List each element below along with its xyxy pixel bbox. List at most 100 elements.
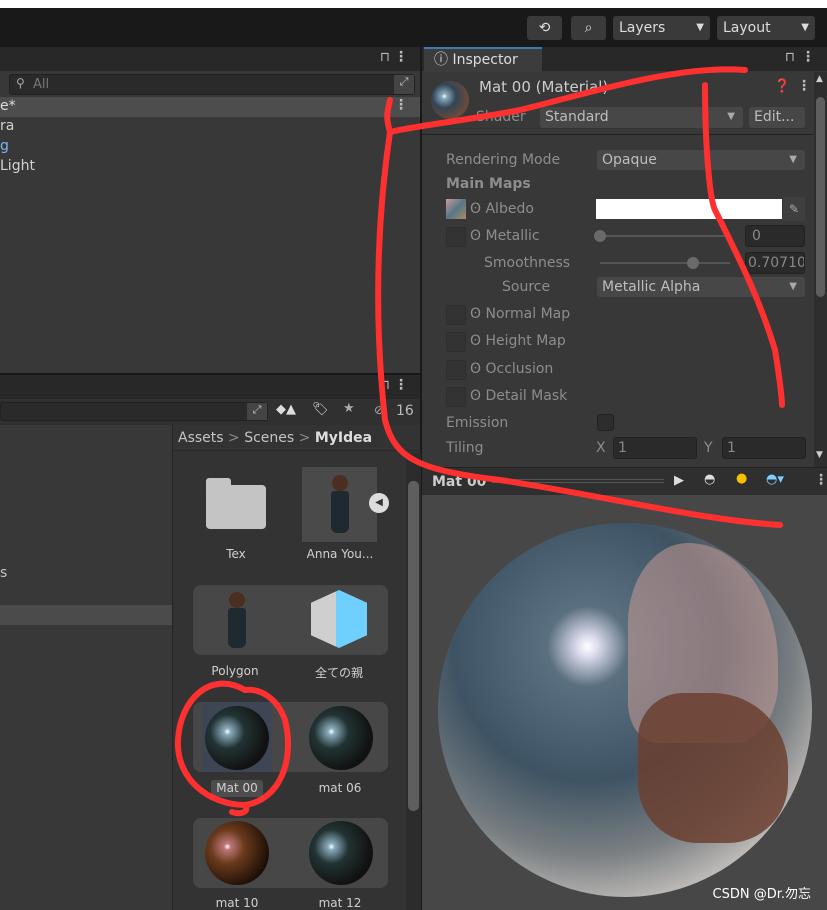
metallic-slider[interactable] (600, 235, 730, 237)
occlusion-label: ʘ Occlusion (470, 361, 554, 377)
scrollbar[interactable] (406, 453, 421, 910)
more-icon[interactable]: ⋮ (394, 97, 408, 113)
metallic-slider-handle[interactable] (594, 230, 606, 242)
label-tag-icon[interactable]: 🏷︎ (312, 402, 329, 417)
edit-shader-button[interactable]: Edit... (749, 107, 805, 128)
expand-icon[interactable]: ⤢ (394, 75, 414, 94)
chevron-down-icon: ▼ (789, 154, 797, 165)
detail-mask-slot[interactable] (446, 387, 466, 407)
scroll-down-icon[interactable]: ▼ (816, 450, 823, 460)
folder-icon[interactable] (206, 485, 266, 529)
breadcrumb-assets[interactable]: Assets (178, 430, 224, 446)
occlusion-slot[interactable] (446, 360, 466, 380)
tiling-y-field[interactable]: 1 (722, 437, 806, 459)
chevron-down-icon: ▼ (727, 111, 735, 122)
scrollbar-thumb[interactable] (816, 97, 825, 297)
breadcrumb: Assets > Scenes > MyIdea (173, 425, 421, 451)
source-dropdown[interactable]: Metallic Alpha ▼ (597, 277, 805, 297)
inspector-title: Mat 00 (Material) (479, 78, 609, 96)
collapse-icon[interactable]: ◀ (369, 493, 389, 513)
more-icon[interactable]: ⋮ (394, 49, 408, 65)
character-thumbnail[interactable] (302, 467, 377, 542)
asset-label[interactable]: Anna You... (290, 547, 390, 561)
asset-label[interactable]: Tex (186, 547, 286, 561)
tiling-label: Tiling (446, 440, 484, 456)
layers-label: Layers (619, 20, 666, 36)
hierarchy-item[interactable]: Light (0, 158, 35, 174)
hierarchy-header: ⊓ ⋮ (0, 47, 420, 71)
metallic-texture-slot[interactable] (446, 227, 466, 247)
tab-inspector[interactable]: ⓘ Inspector (424, 47, 542, 72)
more-icon[interactable]: ⋮ (814, 472, 827, 488)
material-thumbnail[interactable] (205, 706, 269, 770)
hidden-packages-icon[interactable]: ⊘ (374, 403, 384, 417)
lock-icon[interactable]: ⊓ (785, 50, 795, 65)
divider (422, 134, 813, 135)
tab-label: Inspector (452, 52, 518, 68)
project-toolbar: ⤢ ◆▲ 🏷︎ ★ ⊘ 16 (0, 399, 420, 425)
polygon-thumbnail[interactable] (228, 608, 246, 648)
breadcrumb-scenes[interactable]: Scenes (244, 430, 294, 446)
scrollbar-thumb[interactable] (408, 481, 419, 811)
asset-label[interactable]: Mat 00 (187, 781, 287, 795)
preview-background-icon[interactable]: ◓▾ (766, 472, 784, 487)
rendering-mode-dropdown[interactable]: Opaque ▼ (597, 150, 805, 170)
scene-row[interactable]: e* ⋮ (0, 97, 420, 117)
shader-dropdown[interactable]: Standard ▼ (540, 107, 743, 128)
hierarchy-item[interactable]: g (0, 138, 9, 154)
chevron-down-icon: ▼ (696, 22, 704, 33)
help-icon[interactable]: ❓ (774, 79, 790, 94)
more-icon[interactable]: ⋮ (801, 49, 815, 65)
smoothness-value-field[interactable]: 0.70710 (745, 252, 805, 274)
star-icon[interactable]: ★ (343, 401, 355, 416)
smoothness-value: 0.70710 (748, 255, 805, 271)
eyedropper-icon[interactable]: ✎ (783, 197, 805, 221)
layout-dropdown[interactable]: Layout ▼ (717, 16, 815, 40)
smoothness-slider[interactable] (600, 262, 730, 264)
history-icon: ⟲ (538, 20, 551, 36)
project-search-input[interactable]: ⤢ (0, 402, 268, 421)
albedo-texture-slot[interactable] (446, 199, 466, 219)
drag-handle[interactable] (492, 479, 664, 483)
lock-icon[interactable]: ⊓ (380, 378, 390, 393)
tree-item-selected[interactable] (0, 605, 172, 625)
asset-label[interactable]: 全ての親 (289, 664, 389, 681)
more-icon[interactable]: ⋮ (394, 377, 408, 393)
height-map-slot[interactable] (446, 332, 466, 352)
expand-icon[interactable]: ⤢ (247, 403, 267, 420)
scroll-up-icon[interactable]: ▲ (816, 74, 823, 84)
edit-label: Edit... (754, 109, 795, 125)
material-thumbnail[interactable] (309, 821, 373, 885)
play-icon[interactable]: ▶ (674, 473, 684, 488)
metallic-value-field[interactable]: 0 (745, 225, 805, 247)
search-button[interactable]: ⌕ (571, 16, 606, 40)
smoothness-slider-handle[interactable] (687, 257, 699, 269)
history-button[interactable]: ⟲ (527, 16, 562, 40)
lock-icon[interactable]: ⊓ (380, 50, 390, 65)
scene-name: e* (0, 98, 16, 114)
filter-by-type-icon[interactable]: ◆▲ (276, 402, 296, 417)
breadcrumb-myidea[interactable]: MyIdea (315, 430, 372, 446)
item-label: ra (0, 118, 15, 134)
emission-checkbox[interactable] (597, 414, 614, 431)
albedo-color-field[interactable] (596, 199, 782, 219)
inspector-scrollbar[interactable]: ▲ ▼ (814, 72, 827, 467)
material-thumbnail[interactable] (309, 706, 373, 770)
hierarchy-item[interactable]: ra (0, 118, 14, 134)
normal-map-slot[interactable] (446, 305, 466, 325)
tree-item[interactable]: s (0, 565, 7, 581)
more-icon[interactable]: ⋮ (797, 78, 811, 94)
asset-label[interactable]: mat 12 (290, 896, 390, 910)
light-icon[interactable]: ● (736, 471, 747, 486)
material-preview-sphere[interactable] (438, 523, 812, 897)
asset-label[interactable]: mat 06 (290, 781, 390, 795)
height-map-label: ʘ Height Map (470, 333, 566, 349)
asset-label[interactable]: mat 10 (187, 896, 287, 910)
tiling-x-field[interactable]: 1 (613, 437, 697, 459)
layers-dropdown[interactable]: Layers ▼ (613, 16, 710, 40)
material-preview[interactable]: CSDN @Dr.勿忘 (422, 495, 827, 910)
asset-label[interactable]: Polygon (185, 664, 285, 678)
material-thumbnail[interactable] (205, 821, 269, 885)
sphere-mesh-icon[interactable]: ◓ (704, 472, 715, 487)
hierarchy-search-input[interactable]: ⚲ All ⤢ (9, 74, 415, 95)
